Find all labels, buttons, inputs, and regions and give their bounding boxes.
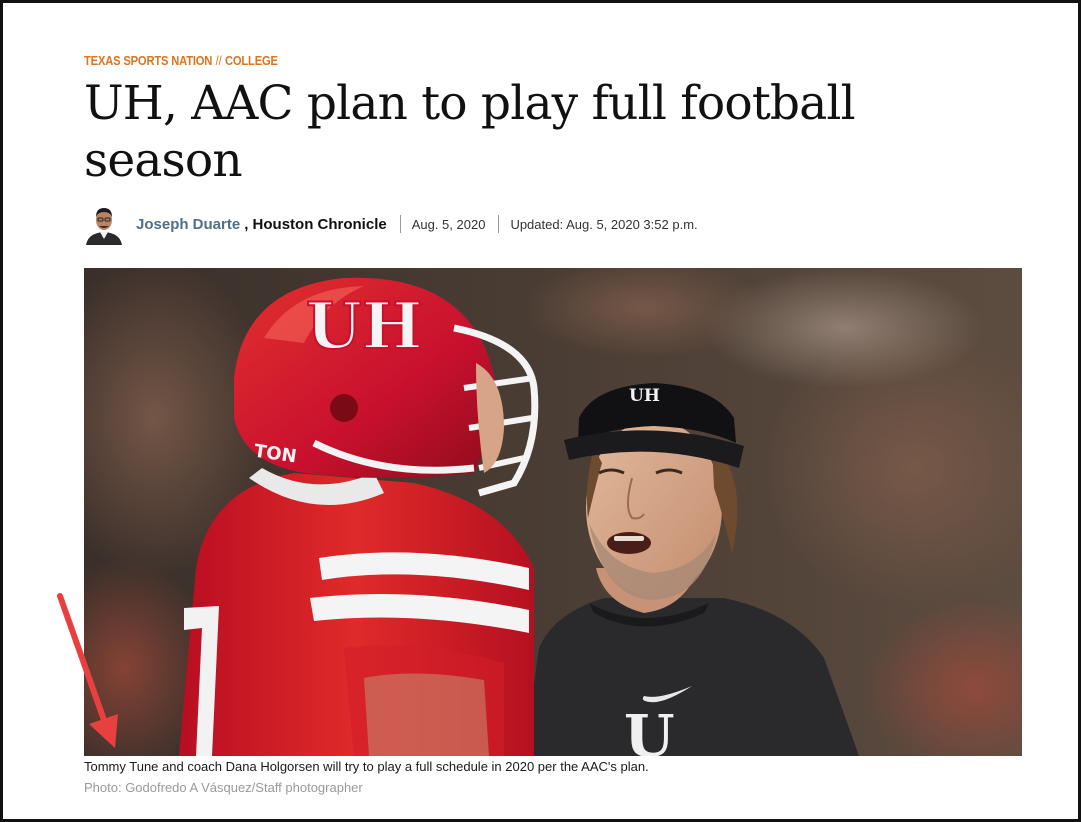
helmet-logo: UH bbox=[306, 289, 422, 364]
kicker-category-link[interactable]: COLLEGE bbox=[225, 53, 278, 68]
byline-divider bbox=[498, 215, 500, 233]
author-avatar[interactable] bbox=[84, 203, 124, 245]
shirt-logo: U bbox=[624, 702, 675, 756]
kicker-section-link[interactable]: TEXAS SPORTS NATION bbox=[84, 53, 212, 68]
byline: Joseph Duarte , Houston Chronicle Aug. 5… bbox=[84, 202, 698, 246]
section-kicker: TEXAS SPORTS NATION//COLLEGE bbox=[84, 53, 278, 68]
kicker-separator: // bbox=[215, 53, 222, 68]
photo-caption: Tommy Tune and coach Dana Holgorsen will… bbox=[84, 759, 649, 774]
publication-name: , Houston Chronicle bbox=[244, 215, 387, 233]
photo-credit: Photo: Godofredo A Vásquez/Staff photogr… bbox=[84, 780, 363, 795]
updated-date: Updated: Aug. 5, 2020 3:52 p.m. bbox=[510, 216, 698, 232]
lead-photo[interactable]: U UH UH TON bbox=[84, 268, 1022, 756]
article-headline: UH, AAC plan to play full football seaso… bbox=[84, 76, 856, 188]
photo-image: U UH UH TON bbox=[84, 268, 1022, 756]
published-date: Aug. 5, 2020 bbox=[411, 216, 486, 232]
byline-divider bbox=[399, 215, 401, 233]
screenshot-frame: TEXAS SPORTS NATION//COLLEGE UH, AAC pla… bbox=[0, 0, 1081, 822]
author-link[interactable]: Joseph Duarte bbox=[136, 216, 240, 233]
visor-logo: UH bbox=[629, 386, 660, 406]
